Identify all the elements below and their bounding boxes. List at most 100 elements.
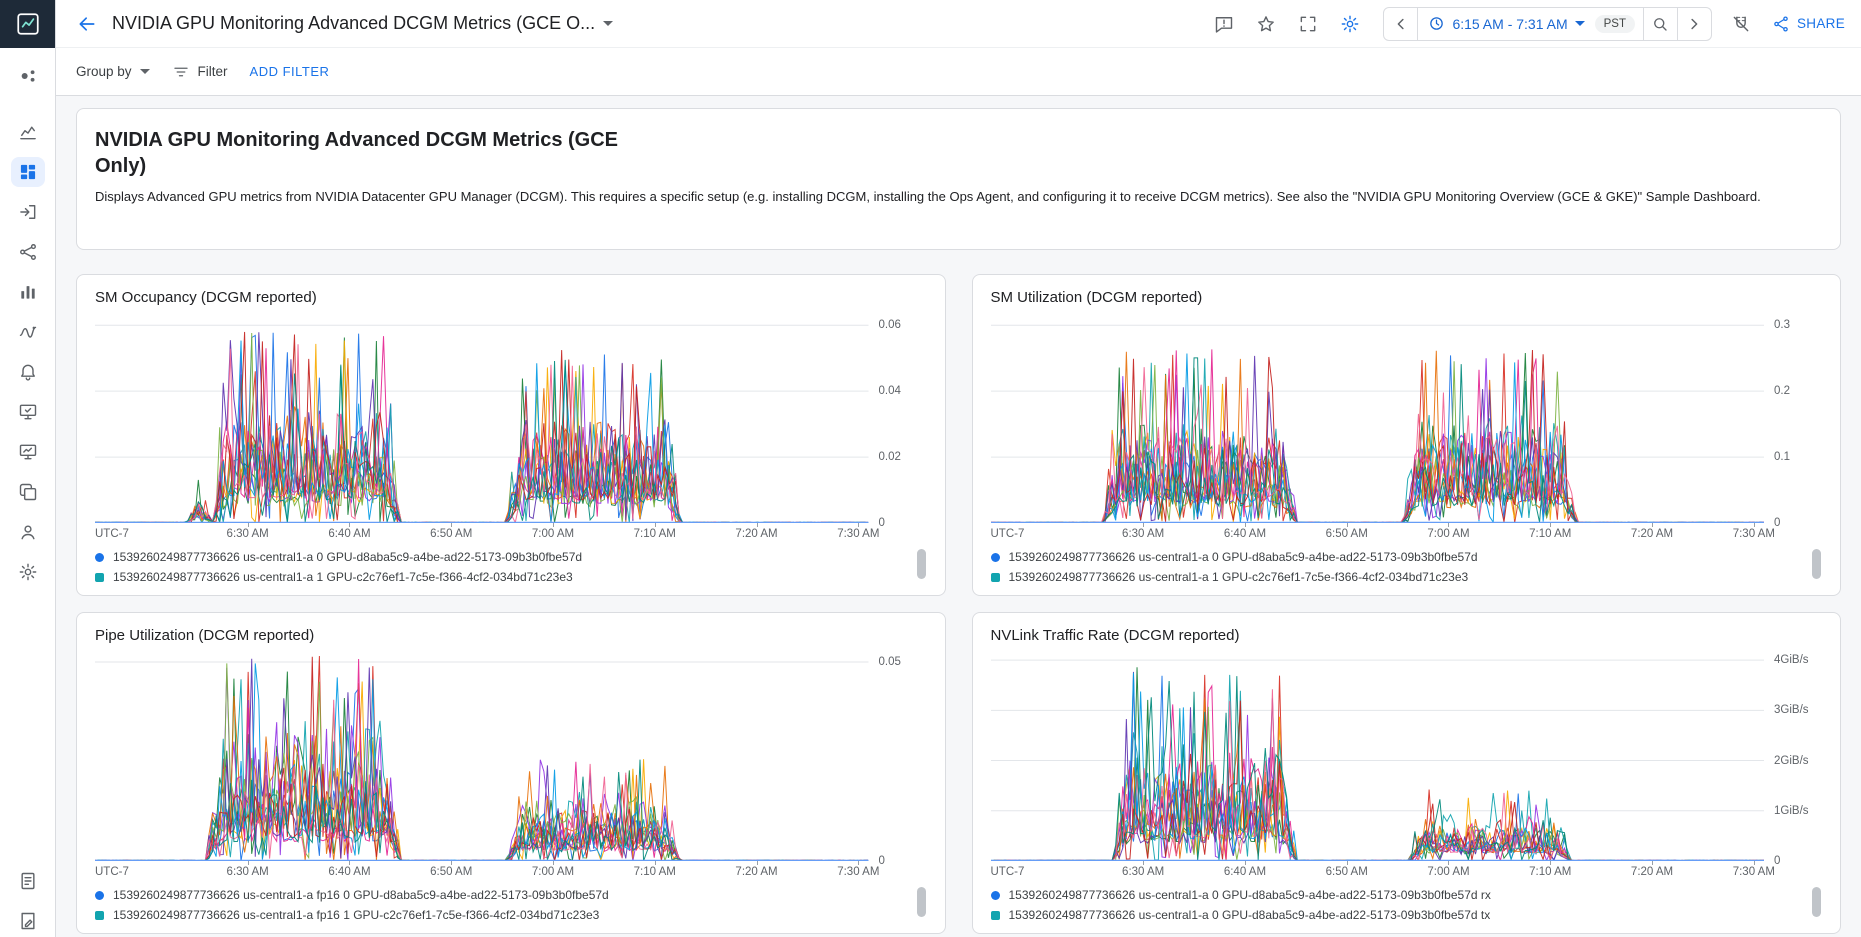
y-tick-label: 0 <box>879 855 885 867</box>
sidebar-item-alerting[interactable] <box>10 354 46 390</box>
anomaly-icon <box>11 317 45 347</box>
sidebar-item-services[interactable] <box>10 234 46 270</box>
legend-scrollbar-track <box>1810 547 1822 587</box>
y-axis-labels: 0.050 <box>869 650 927 861</box>
x-tick-label: 7:30 AM <box>1733 528 1775 540</box>
x-tick-mark <box>1550 861 1551 865</box>
x-tick-label: 6:50 AM <box>430 866 472 878</box>
filter-label: Filter <box>198 64 228 79</box>
chart-card-nvlink-traffic: NVLink Traffic Rate (DCGM reported) UTC-… <box>972 612 1842 934</box>
x-tick-mark <box>757 861 758 865</box>
magnet-off-button[interactable] <box>1724 7 1758 41</box>
chart-canvas[interactable] <box>991 312 1765 523</box>
feedback-icon <box>1214 14 1234 34</box>
chart-title: SM Occupancy (DCGM reported) <box>95 289 927 306</box>
group-by-dropdown[interactable]: Group by <box>76 64 150 79</box>
chart-body: UTC-76:30 AM6:40 AM6:50 AM7:00 AM7:10 AM… <box>991 312 1823 543</box>
sidebar-item-permissions[interactable] <box>10 514 46 550</box>
x-tick-label: 7:30 AM <box>837 866 879 878</box>
sidebar-item-feedback[interactable] <box>10 903 46 937</box>
favorite-button[interactable] <box>1249 7 1283 41</box>
y-axis-labels: 0.30.20.10 <box>1764 312 1822 523</box>
legend-item[interactable]: 1539260249877736626 us-central1-a fp16 1… <box>95 905 915 925</box>
sidebar-item-release-notes[interactable] <box>10 863 46 899</box>
bar-chart-icon <box>11 277 45 307</box>
chart-card-sm-utilization: SM Utilization (DCGM reported) UTC-76:30… <box>972 274 1842 596</box>
x-tick-mark <box>1754 861 1755 865</box>
x-axis-timezone-label: UTC-7 <box>95 528 129 540</box>
x-tick-mark <box>451 861 452 865</box>
legend-item[interactable]: 1539260249877736626 us-central1-a 0 GPU-… <box>95 547 915 567</box>
star-icon <box>1256 14 1276 34</box>
sidebar-item-metrics-management[interactable] <box>10 274 46 310</box>
sidebar-item-groups[interactable] <box>10 474 46 510</box>
search-icon <box>1651 15 1669 33</box>
sidebar-item-settings[interactable] <box>10 554 46 590</box>
y-tick-label: 4GiB/s <box>1774 654 1809 666</box>
legend-label: 1539260249877736626 us-central1-a 0 GPU-… <box>1009 888 1491 902</box>
chart-canvas[interactable] <box>95 312 869 523</box>
legend-item[interactable]: 1539260249877736626 us-central1-a fp16 0… <box>95 885 915 905</box>
x-tick-label: 6:40 AM <box>1224 528 1266 540</box>
x-tick-label: 6:30 AM <box>1122 866 1164 878</box>
chart-canvas[interactable] <box>991 650 1765 861</box>
legend-item[interactable]: 1539260249877736626 us-central1-a 0 GPU-… <box>991 885 1811 905</box>
dashboard-title-dropdown[interactable]: NVIDIA GPU Monitoring Advanced DCGM Metr… <box>112 13 613 34</box>
dashboard-content: NVIDIA GPU Monitoring Advanced DCGM Metr… <box>56 96 1861 937</box>
y-axis-labels: 4GiB/s3GiB/s2GiB/s1GiB/s0 <box>1764 650 1822 861</box>
x-tick-mark <box>858 861 859 865</box>
add-filter-button[interactable]: ADD FILTER <box>250 64 330 79</box>
timezone-badge: PST <box>1595 15 1635 33</box>
legend-scrollbar[interactable] <box>1812 549 1821 579</box>
fullscreen-button[interactable] <box>1291 7 1325 41</box>
legend-item[interactable]: 1539260249877736626 us-central1-a 0 GPU-… <box>991 905 1811 925</box>
time-back-button[interactable] <box>1384 7 1418 41</box>
legend-marker <box>95 573 104 582</box>
x-tick-mark <box>1245 861 1246 865</box>
x-tick-mark <box>1347 523 1348 527</box>
time-range-button[interactable]: 6:15 AM - 7:31 AM <box>1418 7 1594 41</box>
legend-scrollbar[interactable] <box>917 887 926 917</box>
legend-item[interactable]: 1539260249877736626 us-central1-a 1 GPU-… <box>991 567 1811 587</box>
sidebar-item-anomalies[interactable] <box>10 314 46 350</box>
time-forward-button[interactable] <box>1677 7 1711 41</box>
dashboard-heading: NVIDIA GPU Monitoring Advanced DCGM Metr… <box>95 127 665 179</box>
legend-scrollbar[interactable] <box>917 549 926 579</box>
x-tick-mark <box>553 523 554 527</box>
share-button[interactable]: SHARE <box>1772 15 1845 33</box>
back-button[interactable] <box>70 7 104 41</box>
feedback-button[interactable] <box>1207 7 1241 41</box>
filter-icon <box>172 63 190 81</box>
sidebar-item-metrics-explorer[interactable] <box>10 114 46 150</box>
x-tick-label: 6:40 AM <box>328 528 370 540</box>
x-tick-label: 6:50 AM <box>430 528 472 540</box>
y-tick-label: 0 <box>1774 517 1780 529</box>
sidebar-item-integrations[interactable] <box>10 194 46 230</box>
x-axis-labels: UTC-76:30 AM6:40 AM6:50 AM7:00 AM7:10 AM… <box>991 523 1765 543</box>
legend-item[interactable]: 1539260249877736626 us-central1-a 1 GPU-… <box>95 567 915 587</box>
share-icon <box>1772 15 1790 33</box>
sidebar-item-uptime-checks[interactable] <box>10 394 46 430</box>
time-zoom-button[interactable] <box>1643 7 1677 41</box>
sidebar <box>0 0 56 937</box>
legend-scrollbar[interactable] <box>1812 887 1821 917</box>
sidebar-item-dashboards[interactable] <box>10 154 46 190</box>
y-tick-label: 0.05 <box>879 656 901 668</box>
dashboard-settings-button[interactable] <box>1333 7 1367 41</box>
y-tick-label: 2GiB/s <box>1774 755 1809 767</box>
y-tick-label: 0 <box>879 517 885 529</box>
cloud-monitoring-logo[interactable] <box>0 0 56 48</box>
x-tick-label: 7:30 AM <box>1733 866 1775 878</box>
legend-marker <box>991 911 1000 920</box>
doc-edit-icon <box>11 906 45 936</box>
legend-item[interactable]: 1539260249877736626 us-central1-a 0 GPU-… <box>991 547 1811 567</box>
y-tick-label: 0.3 <box>1774 319 1790 331</box>
y-tick-label: 3GiB/s <box>1774 704 1809 716</box>
x-axis-timezone-label: UTC-7 <box>991 528 1025 540</box>
filter-button[interactable]: Filter <box>172 63 228 81</box>
x-tick-label: 7:10 AM <box>634 528 676 540</box>
sidebar-item-overview[interactable] <box>10 58 46 94</box>
chart-canvas[interactable] <box>95 650 869 861</box>
sidebar-item-synthetic-monitoring[interactable] <box>10 434 46 470</box>
y-tick-label: 0.1 <box>1774 451 1790 463</box>
